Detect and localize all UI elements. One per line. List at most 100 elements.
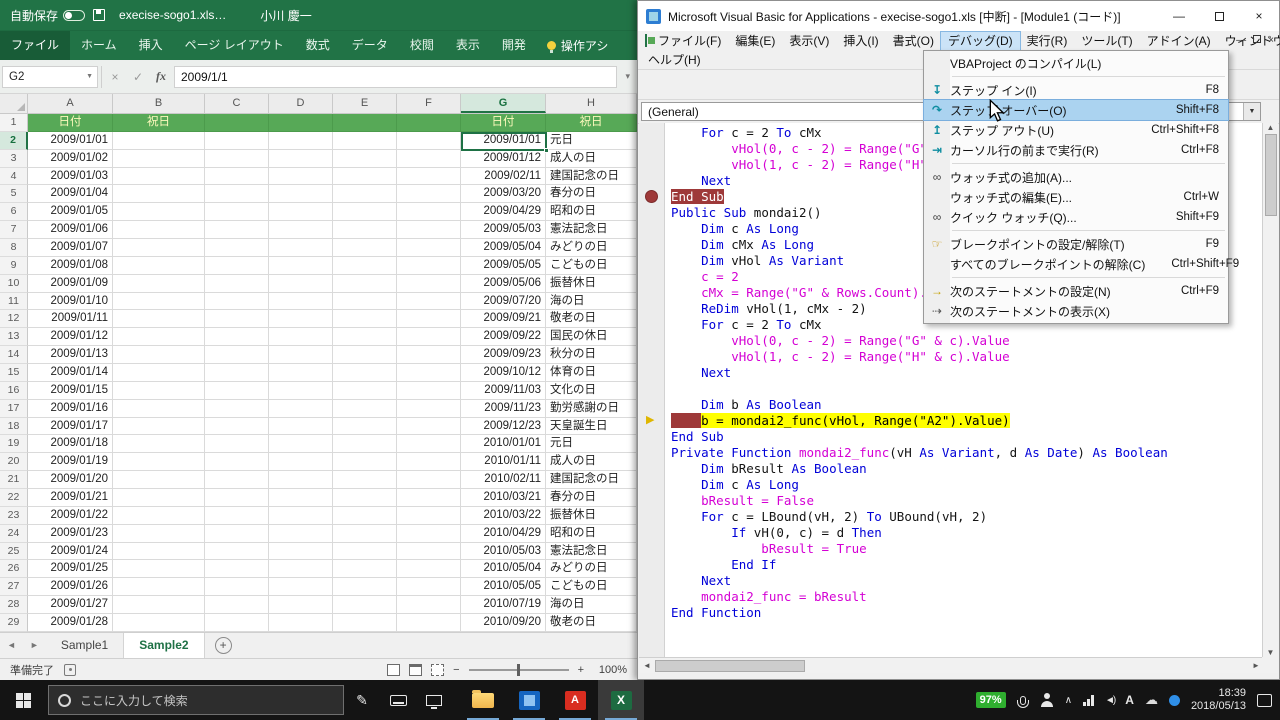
zoom-slider[interactable] (469, 669, 569, 671)
row-header[interactable]: 9 (0, 257, 28, 275)
cell[interactable] (205, 257, 269, 275)
cell[interactable] (205, 203, 269, 221)
cell[interactable] (333, 453, 397, 471)
cell[interactable] (397, 168, 461, 186)
row-header[interactable]: 25 (0, 543, 28, 561)
cell[interactable] (113, 257, 205, 275)
margin-indicator-bar[interactable]: ▶ (639, 123, 665, 657)
cell[interactable]: 文化の日 (546, 382, 637, 400)
cell[interactable]: 2009/01/28 (28, 614, 113, 632)
cell[interactable]: 海の日 (546, 293, 637, 311)
column-header-g[interactable]: G (461, 94, 546, 113)
code-line[interactable]: End Sub (671, 429, 1262, 445)
file-explorer-button[interactable] (460, 680, 506, 720)
cell[interactable] (269, 489, 333, 507)
code-line[interactable]: Dim bResult As Boolean (671, 461, 1262, 477)
cell[interactable]: 元日 (546, 435, 637, 453)
cell[interactable]: 敬老の日 (546, 614, 637, 632)
excel-taskbar-button[interactable]: X (598, 680, 644, 720)
cell[interactable] (205, 364, 269, 382)
blue-app-button[interactable] (506, 680, 552, 720)
cell[interactable] (113, 310, 205, 328)
cell[interactable] (333, 310, 397, 328)
cell[interactable] (269, 471, 333, 489)
row-header[interactable]: 1 (0, 114, 28, 132)
code-line[interactable]: vHol(0, c - 2) = Range("G" & c).Value (671, 333, 1262, 349)
cell[interactable]: 春分の日 (546, 185, 637, 203)
cell[interactable] (333, 346, 397, 364)
cell[interactable]: 2009/01/01 (461, 132, 546, 150)
cell[interactable] (269, 275, 333, 293)
debug-menu-item[interactable]: ⇥カーソル行の前まで実行(R)Ctrl+F8 (924, 140, 1228, 160)
scroll-down-icon[interactable]: ▼ (1267, 648, 1275, 657)
debug-menu-item[interactable]: すべてのブレークポイントの解除(C)Ctrl+Shift+F9 (924, 254, 1228, 274)
cell[interactable] (269, 239, 333, 257)
cell[interactable]: 2009/02/11 (461, 168, 546, 186)
cell[interactable] (333, 489, 397, 507)
cell[interactable] (205, 168, 269, 186)
code-line[interactable]: b = mondai2_func(vHol, Range("A2").Value… (671, 413, 1262, 429)
cell[interactable] (113, 203, 205, 221)
ime-mode-icon[interactable]: A (1125, 693, 1134, 707)
row-header[interactable]: 18 (0, 418, 28, 436)
code-line[interactable]: bResult = True (671, 541, 1262, 557)
name-box[interactable]: G2 ▼ (2, 66, 98, 88)
cell[interactable] (333, 560, 397, 578)
cell[interactable] (113, 489, 205, 507)
page-layout-view-icon[interactable] (409, 664, 422, 676)
cell[interactable] (269, 257, 333, 275)
row-header[interactable]: 4 (0, 168, 28, 186)
cell[interactable] (397, 150, 461, 168)
vba-menu-2[interactable]: 表示(V) (782, 32, 836, 50)
debug-menu-item[interactable]: ↧ステップ イン(I)F8 (924, 80, 1228, 100)
cell[interactable]: 2009/01/12 (461, 150, 546, 168)
onedrive-cloud-icon[interactable]: ☁ (1145, 692, 1158, 708)
cell[interactable] (269, 543, 333, 561)
cell[interactable] (269, 150, 333, 168)
debug-menu-item[interactable]: ⇢次のステートメントの表示(X) (924, 301, 1228, 321)
cell[interactable] (269, 578, 333, 596)
start-button[interactable] (0, 680, 46, 720)
cell[interactable] (113, 400, 205, 418)
cell[interactable]: 2009/01/10 (28, 293, 113, 311)
cell[interactable] (113, 525, 205, 543)
cell[interactable] (397, 346, 461, 364)
cell[interactable]: みどりの日 (546, 560, 637, 578)
cell[interactable] (269, 435, 333, 453)
vba-menu-3[interactable]: 挿入(I) (836, 32, 885, 50)
cell[interactable]: 成人の日 (546, 453, 637, 471)
cell[interactable] (269, 114, 333, 132)
normal-view-icon[interactable] (387, 664, 400, 676)
cell[interactable] (269, 614, 333, 632)
ribbon-tab-1[interactable]: ホーム (70, 31, 128, 60)
cell[interactable] (333, 239, 397, 257)
ribbon-tab-6[interactable]: 校閲 (399, 31, 445, 60)
fill-handle[interactable] (544, 148, 549, 153)
cell[interactable]: 昭和の日 (546, 203, 637, 221)
cell[interactable]: 2009/01/25 (28, 560, 113, 578)
row-header[interactable]: 20 (0, 453, 28, 471)
vertical-scroll-thumb[interactable] (1265, 134, 1277, 216)
vba-menu-1[interactable]: 編集(E) (728, 32, 782, 50)
cell[interactable] (205, 239, 269, 257)
cell[interactable]: 2010/05/05 (461, 578, 546, 596)
cell[interactable] (333, 293, 397, 311)
cell[interactable] (397, 578, 461, 596)
cell[interactable] (269, 596, 333, 614)
sheet-tab-sample2[interactable]: Sample2 (124, 633, 204, 658)
cell[interactable]: 2009/01/15 (28, 382, 113, 400)
cell[interactable]: 昭和の日 (546, 525, 637, 543)
cell[interactable] (397, 257, 461, 275)
cell[interactable] (333, 507, 397, 525)
cell[interactable] (205, 346, 269, 364)
cell[interactable]: 祝日 (546, 114, 637, 132)
cell[interactable] (205, 453, 269, 471)
code-line[interactable]: vHol(1, c - 2) = Range("H" & c).Value (671, 349, 1262, 365)
row-header[interactable]: 5 (0, 185, 28, 203)
cell[interactable] (397, 310, 461, 328)
mdi-minimize-icon[interactable]: — (1236, 33, 1246, 48)
cell[interactable] (333, 614, 397, 632)
sheet-tab-sample1[interactable]: Sample1 (46, 633, 124, 658)
cell[interactable] (205, 507, 269, 525)
cell[interactable] (397, 239, 461, 257)
